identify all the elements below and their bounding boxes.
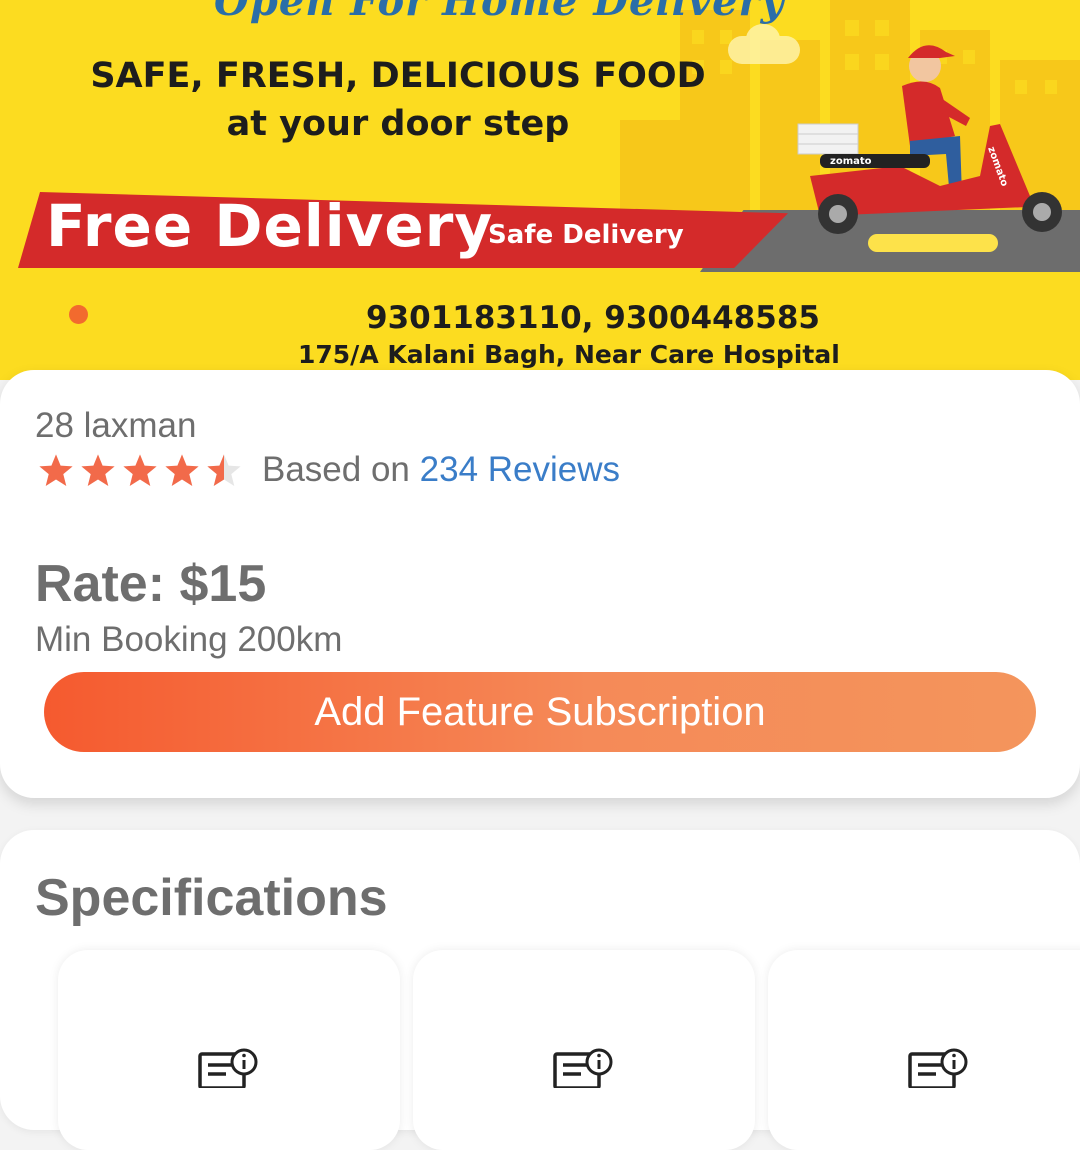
star-full-icon [81, 454, 115, 487]
star-half-icon [207, 454, 241, 487]
banner-phone-numbers: 9301183110, 9300448585 [366, 300, 820, 336]
spec-tile[interactable] [413, 950, 755, 1150]
banner-address: 175/A Kalani Bagh, Near Care Hospital [298, 340, 840, 369]
road-stripe [868, 234, 998, 252]
reviews-link[interactable]: 234 Reviews [420, 450, 620, 489]
scooter-brand-left: zomato [830, 156, 872, 167]
carousel-indicator-dot[interactable] [69, 305, 88, 324]
add-feature-subscription-button[interactable]: Add Feature Subscription [44, 672, 1036, 752]
reviews-prefix: Based on [262, 450, 410, 489]
promo-banner[interactable]: Open For Home Delivery SAFE, FRESH, DELI… [0, 0, 1080, 380]
ribbon-sub-text: Safe Delivery [488, 220, 684, 250]
specifications-section: Specifications [0, 830, 1080, 1150]
rate-value: Rate: $15 [35, 555, 267, 613]
spec-tile[interactable] [58, 950, 400, 1150]
specifications-title: Specifications [35, 869, 388, 927]
certificate-info-icon [553, 1048, 613, 1088]
star-full-icon [165, 454, 199, 487]
star-rating [36, 452, 244, 490]
star-full-icon [39, 454, 73, 487]
delivery-scooter-illustration: zomato zomato [797, 45, 1062, 234]
banner-tagline-2: at your door step [226, 104, 570, 144]
listing-name: 28 laxman [35, 406, 197, 445]
min-booking: Min Booking 200km [35, 620, 343, 659]
listing-info-card: 28 laxman Based on 234 Reviews Rate: $15… [0, 370, 1080, 798]
star-full-icon [123, 454, 157, 487]
certificate-info-icon [198, 1048, 258, 1088]
ribbon-main-text: Free Delivery [46, 192, 494, 260]
banner-headline: Open For Home Delivery [214, 0, 785, 25]
certificate-info-icon [908, 1048, 968, 1088]
spec-tile[interactable] [768, 950, 1080, 1150]
banner-tagline-1: SAFE, FRESH, DELICIOUS FOOD [90, 56, 706, 96]
reviews-summary: Based on 234 Reviews [262, 450, 620, 490]
